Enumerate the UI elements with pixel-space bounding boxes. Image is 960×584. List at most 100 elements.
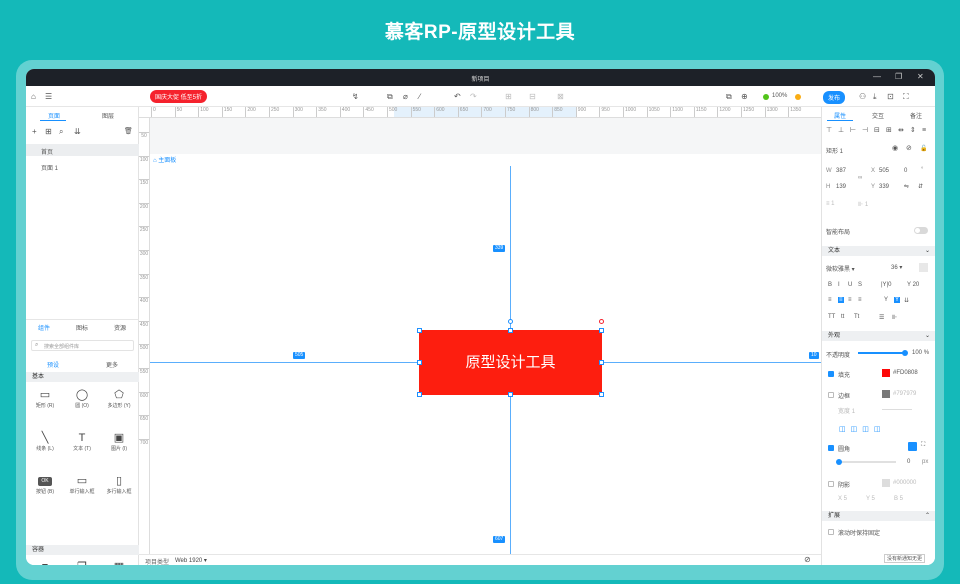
border-style-line[interactable] xyxy=(882,409,912,410)
settings-icon[interactable]: ⊘ xyxy=(804,555,811,564)
opacity-value[interactable]: 100 % xyxy=(912,350,929,356)
x-input[interactable]: 505 xyxy=(879,168,889,174)
connector-icon[interactable]: ↯ xyxy=(352,93,359,101)
resize-handle-nw[interactable] xyxy=(417,328,422,333)
search-input[interactable]: ⌕ 搜索全部组件库 xyxy=(31,340,134,351)
font-select[interactable]: 微软雅黑 ▾ xyxy=(826,264,855,273)
y-input[interactable]: 339 xyxy=(879,184,889,190)
corner-radius-handle[interactable] xyxy=(599,319,604,324)
fullscreen-icon[interactable]: ⛶ xyxy=(903,93,909,101)
shadow-checkbox[interactable] xyxy=(828,481,834,487)
artboard-label[interactable]: ⌂ 主面板 xyxy=(153,155,176,164)
section-container[interactable]: 容器 xyxy=(26,545,139,555)
shadow-y-input[interactable]: Y 5 xyxy=(866,496,875,502)
paragraph-align-icon[interactable]: Y xyxy=(884,297,888,303)
component-tile[interactable]: ▭ 矩形 (R) xyxy=(27,388,63,409)
section-basic[interactable]: 基本 xyxy=(26,372,139,382)
paragraph-align-icon[interactable]: ≡ xyxy=(848,297,852,303)
corner-slider[interactable] xyxy=(836,459,896,465)
text-case-icon[interactable]: tt xyxy=(841,314,844,320)
close-icon[interactable]: ✕ xyxy=(917,72,924,81)
component-tile[interactable]: T 文本 (T) xyxy=(64,431,100,452)
border-width-field[interactable]: 宽度 1 xyxy=(838,406,855,415)
globe-icon[interactable]: ⊕ xyxy=(741,93,748,101)
border-color-value[interactable]: #797979 xyxy=(893,391,916,397)
pencil-icon[interactable]: ∕ xyxy=(419,93,420,101)
resize-handle-w[interactable] xyxy=(417,360,422,365)
lock-icon[interactable]: 🔓 xyxy=(920,145,927,153)
shadow-x-input[interactable]: X 5 xyxy=(838,496,847,502)
play-icon[interactable]: ⊡ xyxy=(887,93,894,101)
delete-icon[interactable]: 🗑 xyxy=(124,128,133,136)
border-color-swatch[interactable] xyxy=(882,390,890,398)
corner-checkbox[interactable] xyxy=(828,445,834,451)
text-case-icon[interactable]: ⊪ xyxy=(892,314,897,321)
paragraph-align-icon[interactable]: ≡ xyxy=(838,297,844,303)
resize-handle-s[interactable] xyxy=(508,392,513,397)
shadow-blur-input[interactable]: B 5 xyxy=(894,496,903,502)
menu-icon[interactable]: ☰ xyxy=(45,93,52,101)
tab-layers[interactable]: 图层 xyxy=(102,111,114,120)
resize-handle-n[interactable] xyxy=(508,328,513,333)
ungroup-icon[interactable]: ⊟ xyxy=(529,93,536,101)
preview-icon[interactable]: ⧉ xyxy=(726,93,732,101)
tab-interaction[interactable]: 交互 xyxy=(872,111,884,120)
project-type-select[interactable]: Web 1920 ▾ xyxy=(175,557,207,564)
text-style-icon[interactable]: B xyxy=(828,282,832,288)
canvas-area[interactable]: 0 50 100 150 200 250 300 350 400 450 500 550 600 650 7… xyxy=(139,107,821,565)
download-icon[interactable]: ⤓ xyxy=(873,93,877,101)
paragraph-align-icon[interactable]: ≡ xyxy=(828,297,832,303)
shadow-color-value[interactable]: #000000 xyxy=(893,480,916,486)
border-checkbox[interactable] xyxy=(828,392,834,398)
corner-slider-knob[interactable] xyxy=(836,459,842,465)
layer-name[interactable]: 矩形 1 xyxy=(826,146,843,155)
maximize-icon[interactable]: ❐ xyxy=(895,72,902,81)
paragraph-align-icon[interactable]: Y xyxy=(894,297,901,303)
opacity-slider-knob[interactable] xyxy=(902,350,908,356)
line-height-input[interactable]: |Y|0 xyxy=(881,282,891,288)
distribute-icon[interactable]: ⊠ xyxy=(557,93,564,101)
align-extra-2[interactable]: ⊪ 1 xyxy=(858,201,868,208)
tab-icons[interactable]: 图标 xyxy=(76,323,88,332)
align-icon[interactable]: ⇕ xyxy=(910,127,916,135)
visibility-icon[interactable]: ◉ xyxy=(892,145,898,153)
component-tile[interactable]: ▭ 单行输入框 xyxy=(64,474,100,495)
text-case-icon[interactable]: TT xyxy=(828,314,835,320)
add-folder-icon[interactable]: ⊞ xyxy=(45,128,52,136)
share-icon[interactable]: ⚇ xyxy=(859,93,866,101)
component-tile[interactable]: ▣ 图片 (I) xyxy=(101,431,137,452)
smart-layout-toggle[interactable] xyxy=(914,227,928,234)
minimize-icon[interactable]: — xyxy=(873,72,881,81)
home-icon[interactable]: ⌂ xyxy=(31,93,36,101)
font-size-input[interactable]: 36 ▾ xyxy=(891,264,902,271)
letter-spacing-input[interactable]: Y 20 xyxy=(907,282,919,288)
component-tile[interactable]: ■面板 xyxy=(27,560,63,565)
corner-uniform-icon[interactable] xyxy=(908,442,917,451)
notification-dot-icon[interactable] xyxy=(795,94,801,100)
width-input[interactable]: 387 xyxy=(836,168,846,174)
component-tile[interactable]: ▦动态面板 xyxy=(101,560,137,565)
search-icon[interactable]: ⌕ xyxy=(59,128,63,136)
text-style-icon[interactable]: S xyxy=(858,282,862,288)
component-tile[interactable]: ❐内联面板 xyxy=(64,560,100,565)
component-tile[interactable]: ⬠ 多边形 (Y) xyxy=(101,388,137,409)
align-icon[interactable]: ⊥ xyxy=(838,127,844,135)
align-icon[interactable]: ⇹ xyxy=(898,127,904,135)
align-extra-1[interactable]: ≡ 1 xyxy=(826,201,835,207)
undo-icon[interactable]: ↶ xyxy=(454,93,461,101)
corner-individual-icon[interactable]: ⛶ xyxy=(921,442,925,449)
flip-h-icon[interactable]: ⇋ xyxy=(904,183,909,190)
promo-badge[interactable]: 国庆大促 低至5折 xyxy=(150,90,208,103)
component-tile[interactable]: ╲ 线条 (L) xyxy=(27,431,63,452)
flip-v-icon[interactable]: ⇵ xyxy=(918,183,923,190)
zoom-level[interactable]: 100% xyxy=(772,93,787,99)
text-style-icon[interactable]: I xyxy=(838,282,840,288)
selected-rectangle[interactable]: 原型设计工具 xyxy=(419,330,602,395)
border-side-icons[interactable]: ◫◫◫◫ xyxy=(839,425,885,433)
shadow-color-swatch[interactable] xyxy=(882,479,890,487)
subtab-more[interactable]: 更多 xyxy=(106,360,118,369)
align-icon[interactable]: ⊟ xyxy=(874,127,880,135)
page-item-page1[interactable]: 页面 1 xyxy=(41,163,58,172)
tab-notes[interactable]: 备注 xyxy=(910,111,922,120)
resize-handle-e[interactable] xyxy=(599,360,604,365)
